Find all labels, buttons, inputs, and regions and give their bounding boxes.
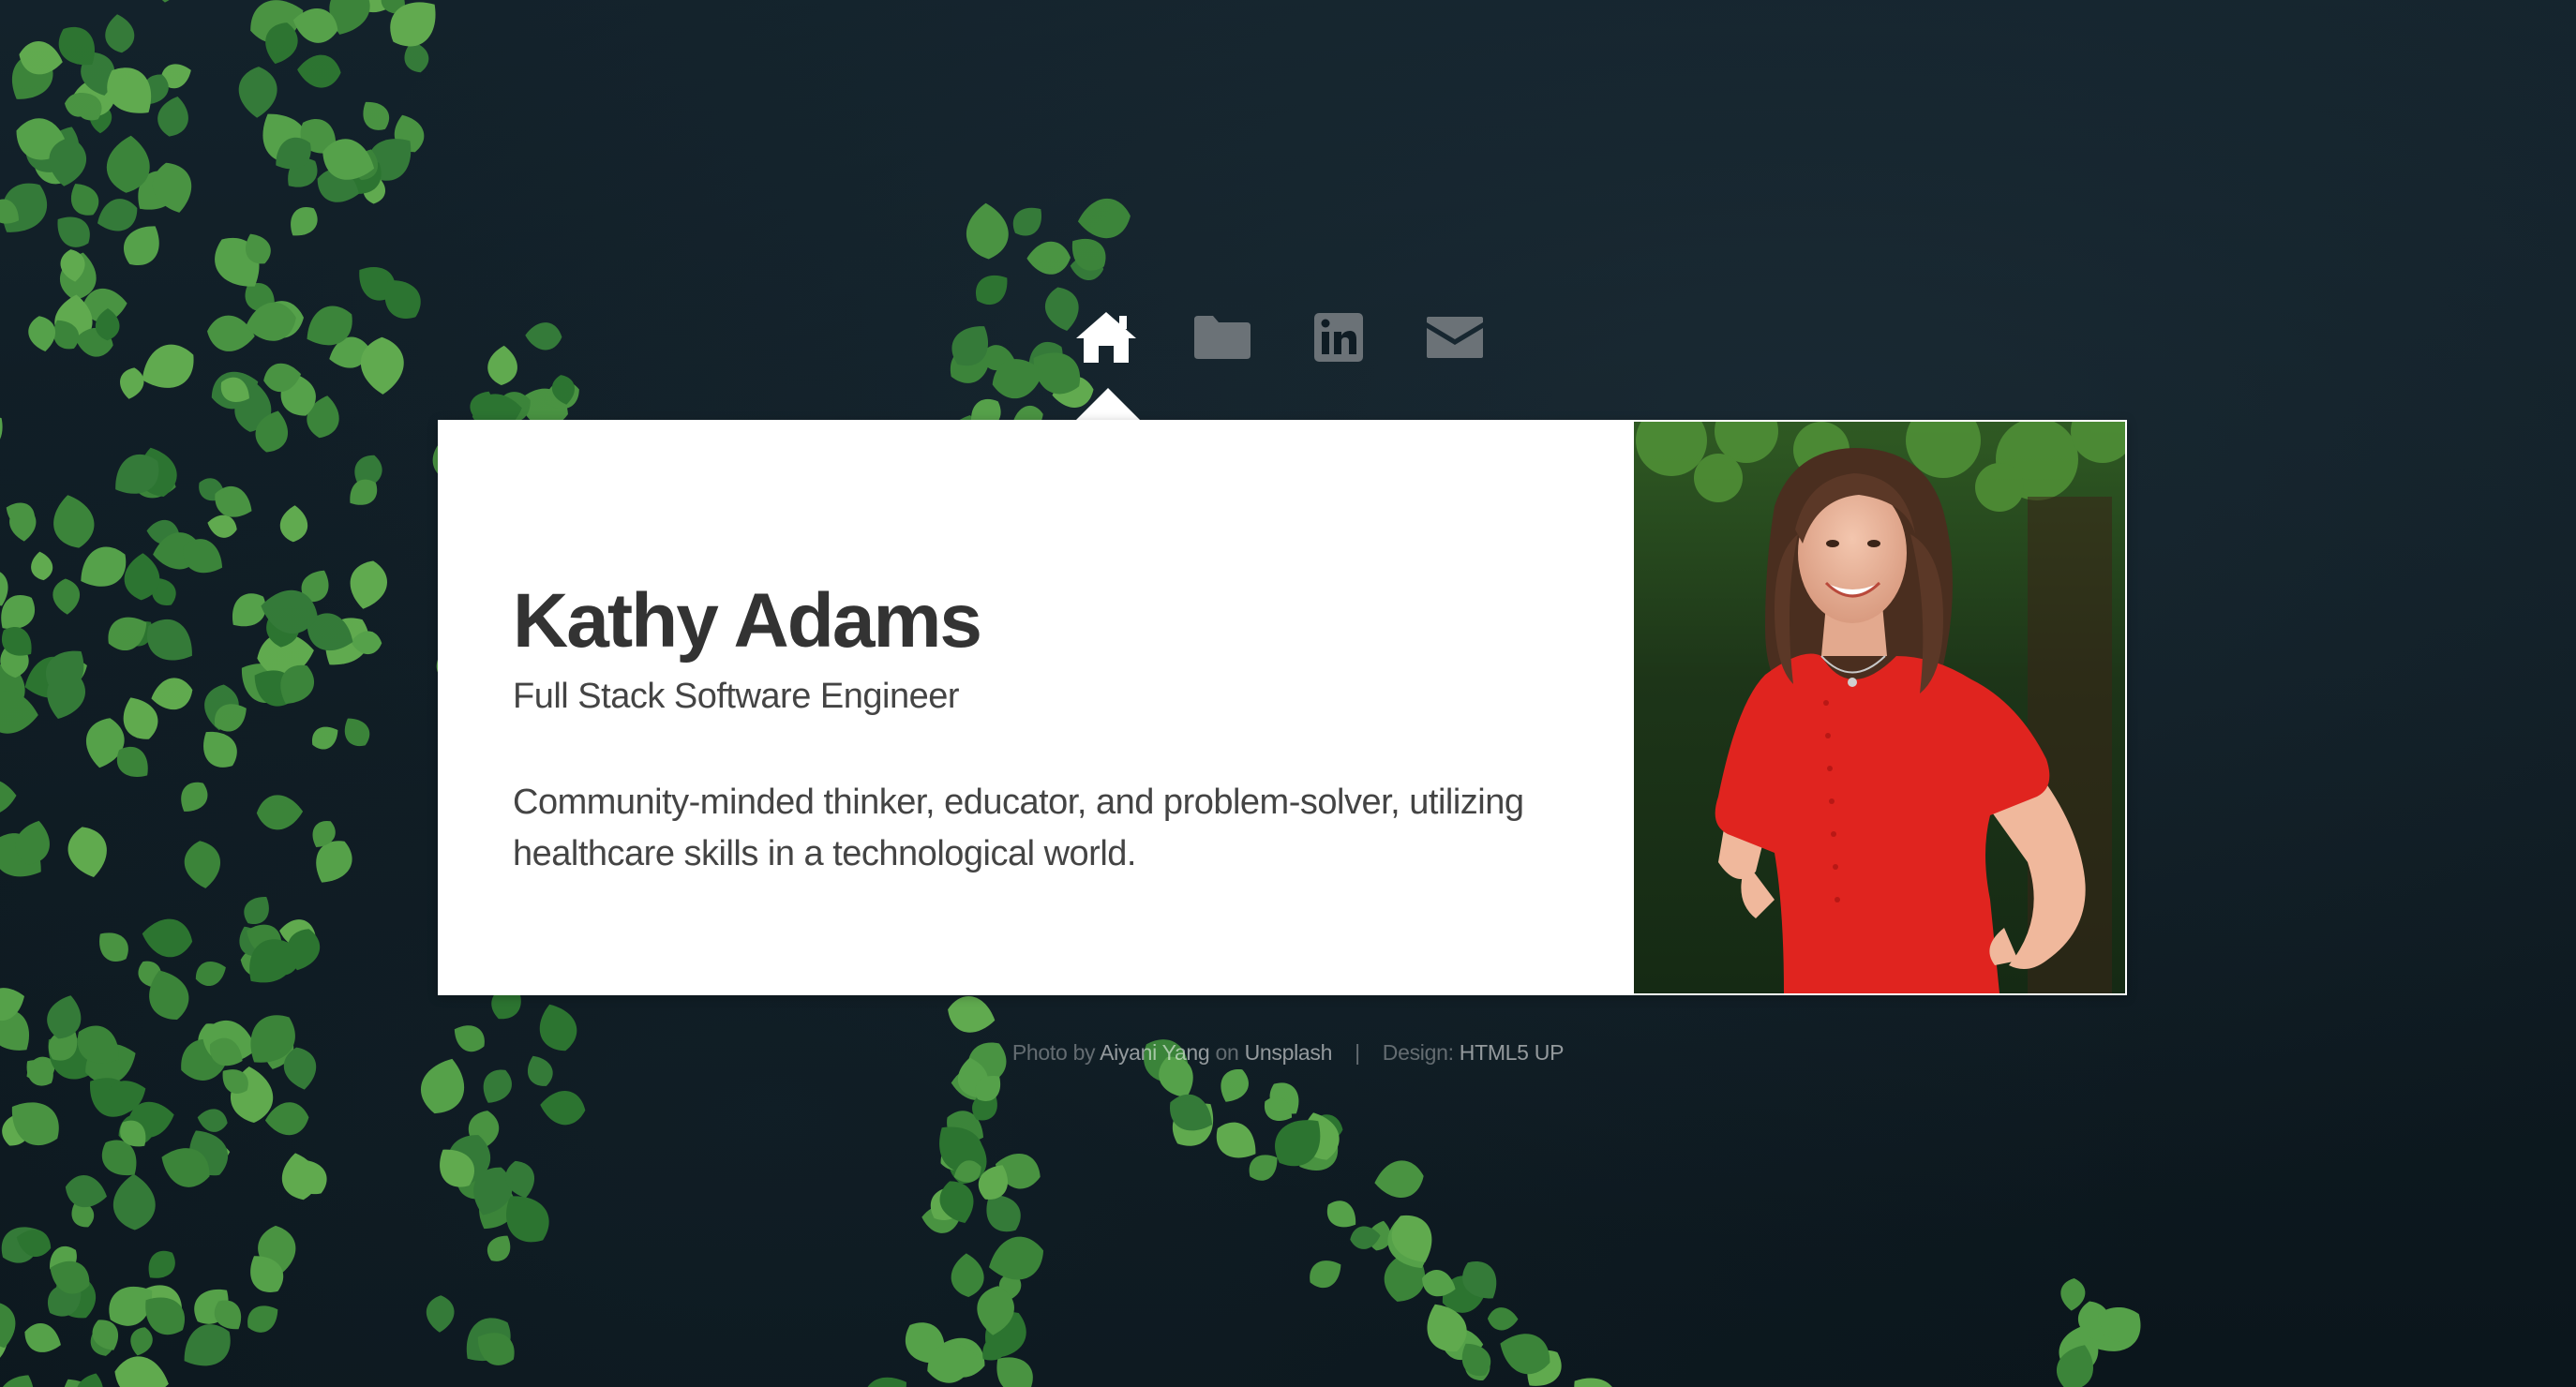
html5up-link[interactable]: HTML5 UP bbox=[1460, 1040, 1565, 1065]
ivy-leaf bbox=[25, 313, 59, 354]
ivy-leaf bbox=[0, 407, 13, 458]
nav-portfolio[interactable] bbox=[1185, 300, 1260, 375]
ivy-leaf bbox=[20, 1318, 67, 1359]
ivy-leaf bbox=[1562, 1365, 1627, 1387]
ivy-leaf bbox=[0, 1366, 43, 1387]
active-tab-pointer bbox=[1076, 388, 1140, 420]
ivy-leaf bbox=[102, 12, 137, 55]
portrait-illustration bbox=[1634, 422, 2125, 993]
photo-credit-on: on bbox=[1209, 1040, 1245, 1065]
ivy-leaf bbox=[0, 689, 40, 737]
ivy-leaf bbox=[1006, 199, 1050, 243]
profile-panel: Kathy Adams Full Stack Software Engineer… bbox=[438, 420, 2127, 995]
ivy-leaf bbox=[1075, 196, 1133, 242]
profile-bio: Community-minded thinker, educator, and … bbox=[513, 783, 1524, 874]
ivy-leaf bbox=[63, 822, 113, 882]
ivy-leaf bbox=[278, 504, 309, 544]
folder-icon bbox=[1194, 316, 1251, 359]
ivy-leaf bbox=[482, 1230, 517, 1267]
profile-name: Kathy Adams bbox=[513, 578, 982, 664]
ivy-leaf bbox=[1487, 1306, 1519, 1331]
home-icon bbox=[1076, 312, 1136, 363]
ivy-leaf bbox=[62, 1171, 111, 1213]
profile-photo bbox=[1634, 422, 2125, 993]
ivy-leaf bbox=[256, 794, 304, 831]
ivy-leaf bbox=[282, 200, 324, 244]
ivy-leaf bbox=[116, 365, 146, 401]
ivy-leaf bbox=[307, 720, 344, 754]
ivy-leaf bbox=[110, 1350, 173, 1387]
ivy-leaf bbox=[241, 1298, 285, 1339]
ivy-leaf bbox=[90, 924, 136, 969]
ivy-leaf bbox=[345, 557, 392, 613]
footer-separator: | bbox=[1355, 1040, 1360, 1065]
ivy-leaf bbox=[1213, 1063, 1255, 1109]
ivy-leaf bbox=[63, 176, 105, 222]
ivy-leaf bbox=[132, 336, 203, 399]
nav-home[interactable] bbox=[1069, 300, 1144, 375]
ivy-leaf bbox=[28, 549, 55, 582]
photo-credit-prefix: Photo by bbox=[1011, 1040, 1101, 1065]
ivy-leaf bbox=[968, 266, 1016, 312]
ivy-leaf bbox=[950, 1252, 985, 1298]
linkedin-icon bbox=[1314, 313, 1363, 362]
ivy-leaf bbox=[982, 1230, 1050, 1289]
profile-title: Full Stack Software Engineer bbox=[513, 677, 960, 717]
ivy-leaf bbox=[127, 1324, 157, 1359]
ivy-leaf bbox=[193, 722, 246, 776]
ivy-leaf bbox=[1371, 1157, 1427, 1201]
photographer-link[interactable]: Aiyani Yang bbox=[1100, 1040, 1210, 1065]
nav-linkedin[interactable] bbox=[1301, 300, 1376, 375]
ivy-leaf bbox=[195, 1106, 230, 1135]
ivy-leaf bbox=[112, 1173, 157, 1230]
ivy-leaf bbox=[426, 1294, 456, 1334]
ivy-leaf bbox=[237, 889, 277, 931]
ivy-leaf bbox=[1303, 1253, 1348, 1294]
ivy-leaf bbox=[524, 321, 563, 351]
ivy-leaf bbox=[172, 775, 215, 819]
ivy-leaf bbox=[475, 1063, 518, 1110]
ivy-leaf bbox=[146, 0, 188, 5]
ivy-leaf bbox=[191, 956, 231, 991]
ivy-leaf bbox=[337, 711, 376, 753]
ivy-leaf bbox=[1026, 241, 1071, 276]
ivy-leaf bbox=[48, 490, 99, 553]
ivy-leaf bbox=[943, 992, 999, 1038]
ivy-leaf bbox=[139, 915, 196, 961]
ivy-leaf bbox=[205, 313, 257, 354]
profile-intro: Kathy Adams Full Stack Software Engineer… bbox=[513, 578, 1544, 880]
ivy-leaf bbox=[538, 1087, 588, 1127]
ivy-leaf bbox=[147, 674, 196, 714]
unsplash-link[interactable]: Unsplash bbox=[1245, 1040, 1333, 1065]
ivy-leaf bbox=[182, 838, 224, 891]
ivy-leaf bbox=[141, 1244, 182, 1287]
ivy-leaf bbox=[855, 1366, 917, 1387]
ivy-leaf bbox=[355, 95, 396, 137]
ivy-leaf bbox=[295, 52, 342, 90]
ivy-leaf bbox=[486, 344, 519, 387]
nav-contact[interactable] bbox=[1417, 300, 1492, 375]
ivy-leaf bbox=[0, 777, 18, 816]
ivy-leaf bbox=[0, 1296, 22, 1353]
ivy-leaf bbox=[2059, 1276, 2087, 1312]
ivy-leaf bbox=[237, 66, 278, 119]
ivy-leaf bbox=[52, 577, 82, 616]
footer-credits: Photo by Aiyani Yang on Unsplash | Design:… bbox=[0, 1040, 2576, 1066]
main-nav bbox=[1069, 300, 1483, 375]
ivy-leaf bbox=[70, 537, 136, 598]
envelope-icon bbox=[1427, 317, 1483, 358]
ivy-leaf bbox=[965, 201, 1011, 261]
design-credit-prefix: Design: bbox=[1382, 1040, 1460, 1065]
